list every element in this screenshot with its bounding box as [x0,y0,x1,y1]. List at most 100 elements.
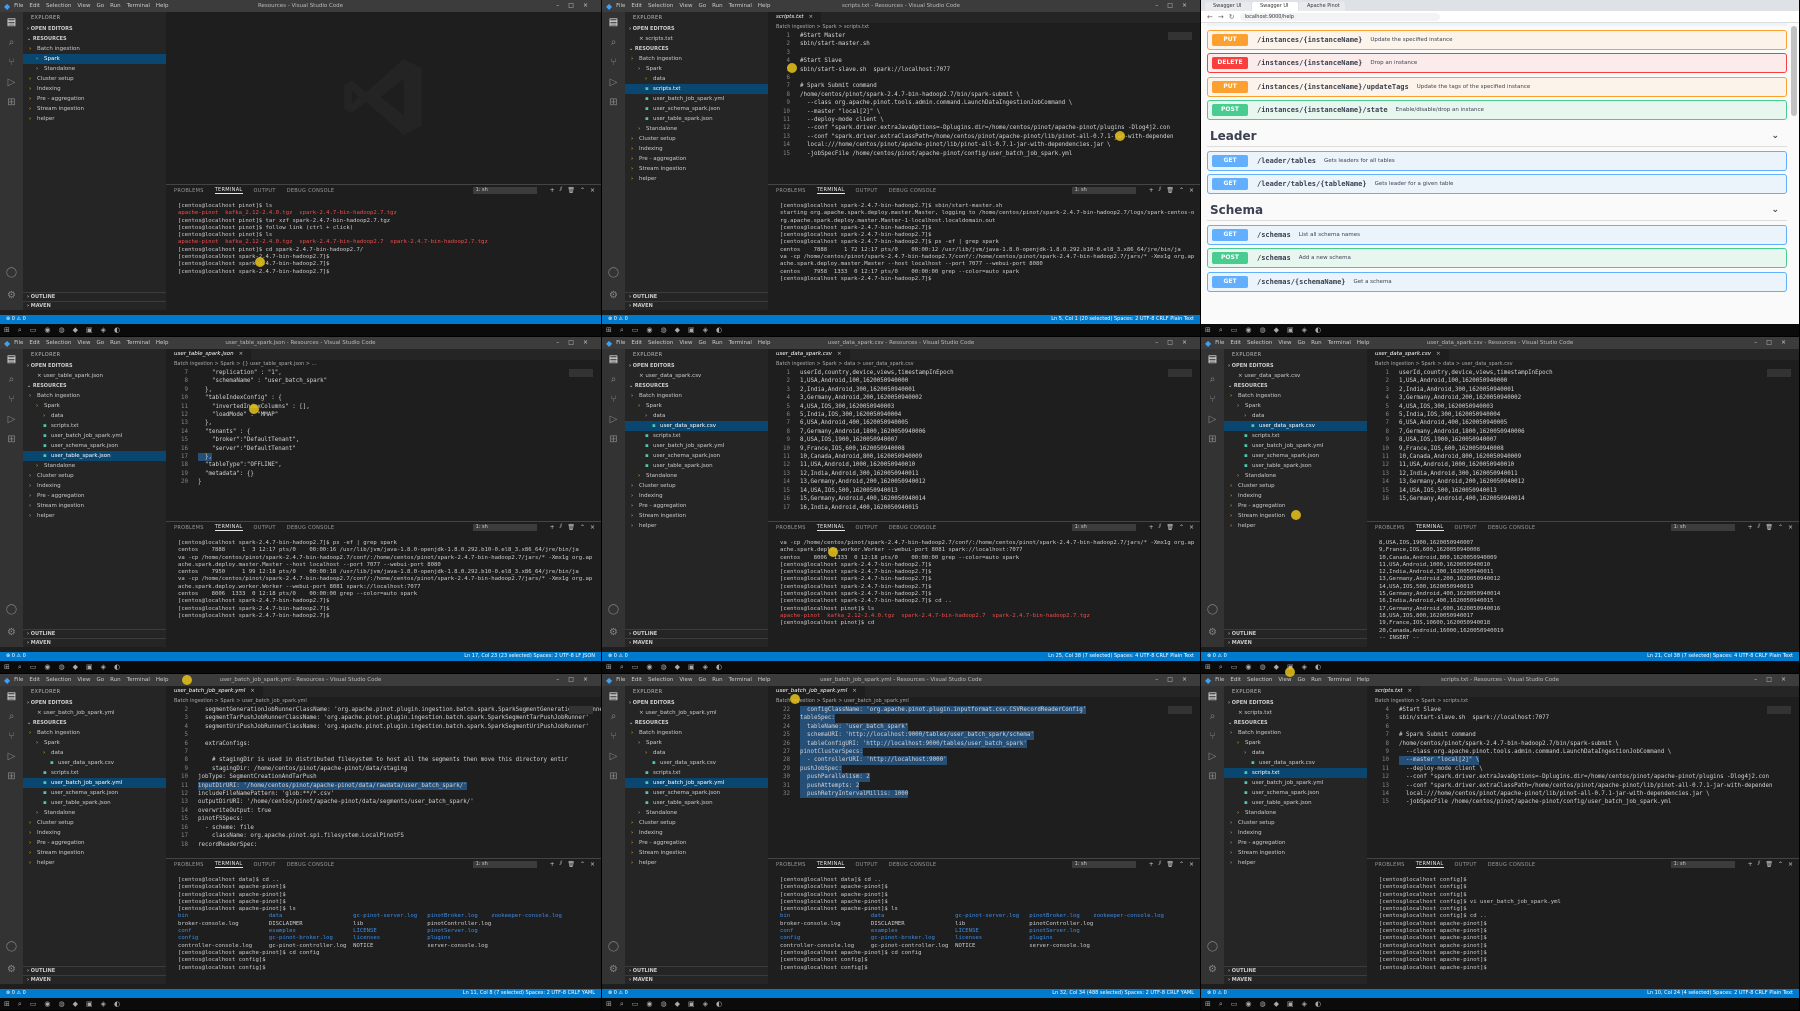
panel-tab[interactable]: OUTPUT [856,862,878,868]
maven-section[interactable]: › MAVEN [23,638,166,647]
open-editors-section[interactable]: › OPEN EDITORS [625,361,768,371]
menu-item[interactable]: Edit [631,677,642,683]
code-view[interactable]: 1 userId,country,device,views,timestampIn… [1367,369,1799,504]
menu-item[interactable]: Run [712,677,723,683]
menu-item[interactable]: View [1278,677,1291,683]
taskbar-app-icon[interactable]: ◉ [44,326,50,334]
menu-item[interactable]: Help [156,340,169,346]
tree-item[interactable]: › Stream ingestion [23,104,166,114]
plus-icon[interactable]: + [550,861,555,868]
endpoint-row[interactable]: GET/leader/tables Gets leaders for all ta… [1207,150,1787,171]
menu-item[interactable]: File [616,677,625,683]
taskbar-app-icon[interactable]: ◈ [1302,663,1307,671]
trash-icon[interactable]: 🗑 [567,524,575,531]
source-control-icon[interactable]: ⑂ [9,394,15,414]
panel-tab[interactable]: PROBLEMS [776,525,806,531]
panel-tab[interactable]: TERMINAL [214,187,243,194]
endpoint-row[interactable]: POST/instances/{instanceName}/state Enabl… [1207,100,1787,120]
account-icon[interactable]: ◯ [608,941,619,961]
search-icon[interactable]: ⌕ [611,711,617,731]
taskbar-app-icon[interactable]: ▭ [30,1000,37,1008]
menu-item[interactable]: Selection [1247,340,1272,346]
tree-item[interactable]: › helper [23,858,166,868]
panel-tab[interactable]: DEBUG CONSOLE [287,188,335,194]
tree-item[interactable]: ▪ user_table_spark.json [23,798,166,808]
open-editors-section[interactable]: › OPEN EDITORS [625,698,768,708]
plus-icon[interactable]: + [550,187,555,194]
tree-item[interactable]: › Batch ingestion [23,391,166,401]
resources-section[interactable]: ⌄ RESOURCES [1224,381,1367,391]
tree-item[interactable]: › Standalone [23,461,166,471]
code-view[interactable]: 1 #Start Master 2 sbin/start-master.sh 3 4 #St… [768,32,1200,158]
source-control-icon[interactable]: ⑂ [1210,731,1216,751]
tree-item[interactable]: ▪ user_schema_spark.json [625,788,768,798]
tree-item[interactable]: ▪ scripts.txt [625,768,768,778]
menu-item[interactable]: Terminal [729,3,752,9]
panel-tab[interactable]: DEBUG CONSOLE [1488,862,1536,868]
open-editors-section[interactable]: › OPEN EDITORS [1224,698,1367,708]
taskbar-app-icon[interactable]: ◆ [1274,663,1279,671]
menu-item[interactable]: Help [758,677,771,683]
tree-item[interactable]: › Spark [1224,738,1367,748]
menu-item[interactable]: Terminal [729,340,752,346]
close-icon[interactable]: × [1189,861,1194,868]
tree-item[interactable]: › data [1224,748,1367,758]
tree-item[interactable]: › Standalone [23,808,166,818]
terminal-output[interactable]: [centos@localhost data]$ cd .. [centos@lo… [768,870,1200,972]
open-editor-item[interactable]: × user_table_spark.json [23,371,166,381]
split-icon[interactable]: ⫽ [1159,860,1162,868]
menu-item[interactable]: Terminal [127,340,150,346]
taskbar-app-icon[interactable]: ▭ [30,326,37,334]
taskbar-app-icon[interactable]: ▣ [688,663,695,671]
endpoint-row[interactable]: PUT/instances/{instanceName} Update the s… [1207,29,1787,50]
taskbar-app-icon[interactable]: ▣ [86,663,93,671]
menu-item[interactable]: View [679,3,692,9]
editor-tab[interactable]: scripts.txt × [768,12,823,23]
taskbar-app-icon[interactable]: ⌕ [1219,326,1223,335]
source-control-icon[interactable]: ⑂ [611,394,617,414]
run-icon[interactable]: ▷ [610,77,618,97]
taskbar-app-icon[interactable]: ◐ [114,326,120,334]
tree-item[interactable]: ▪ user_schema_spark.json [1224,451,1367,461]
search-icon[interactable]: ⌕ [611,374,617,394]
plus-icon[interactable]: + [550,524,555,531]
terminal-output[interactable]: [centos@localhost spark-2.4.7-bin-hadoop… [166,533,601,620]
terminal-select[interactable]: 1: sh [1071,860,1136,868]
editor-tab[interactable]: user_batch_job_spark.yml × [166,686,264,697]
terminal-output[interactable]: [centos@localhost pinot]$ ls apache-pinot… [166,196,601,276]
section-schema[interactable]: Schema ⌄ [1207,199,1787,221]
maven-section[interactable]: › MAVEN [1224,638,1367,647]
menu-item[interactable]: Terminal [1328,340,1351,346]
outline-section[interactable]: › OUTLINE [1224,966,1367,975]
endpoint-row[interactable]: GET/schemas List all schema names [1207,224,1787,245]
open-editor-item[interactable]: × scripts.txt [625,34,768,44]
tree-item[interactable]: › Pre - aggregation [23,838,166,848]
outline-section[interactable]: › OUTLINE [23,629,166,638]
tree-item[interactable]: › Standalone [625,471,768,481]
close-icon[interactable]: × [1436,351,1441,357]
taskbar-app-icon[interactable]: ◐ [114,1000,120,1008]
tree-item[interactable]: › Indexing [1224,828,1367,838]
editor-tab[interactable]: user_table_spark.json × [166,349,253,360]
minimap[interactable] [1767,706,1791,714]
menu-item[interactable]: File [14,3,23,9]
window-controls[interactable]: –□× [1155,339,1196,346]
editor-tab[interactable]: scripts.txt × [1367,686,1422,697]
tree-item[interactable]: › data [625,411,768,421]
menu-item[interactable]: File [14,340,23,346]
menu-item[interactable]: Go [698,340,706,346]
taskbar-app-icon[interactable]: ◈ [1302,1000,1307,1008]
account-icon[interactable]: ◯ [6,267,17,287]
close-icon[interactable]: × [809,14,814,20]
menu-item[interactable]: Edit [1230,677,1241,683]
taskbar-app-icon[interactable]: ⊞ [1205,326,1211,334]
tree-item[interactable]: ▪ scripts.txt [23,768,166,778]
extensions-icon[interactable]: ⊞ [609,434,617,454]
tree-item[interactable]: › data [625,748,768,758]
menu-item[interactable]: View [77,677,90,683]
menu-item[interactable]: Selection [648,3,673,9]
taskbar-app-icon[interactable]: ⌕ [620,663,624,672]
chevron-up-icon[interactable]: ⌃ [1778,524,1783,531]
trash-icon[interactable]: 🗑 [1765,524,1773,531]
search-icon[interactable]: ⌕ [9,374,15,394]
